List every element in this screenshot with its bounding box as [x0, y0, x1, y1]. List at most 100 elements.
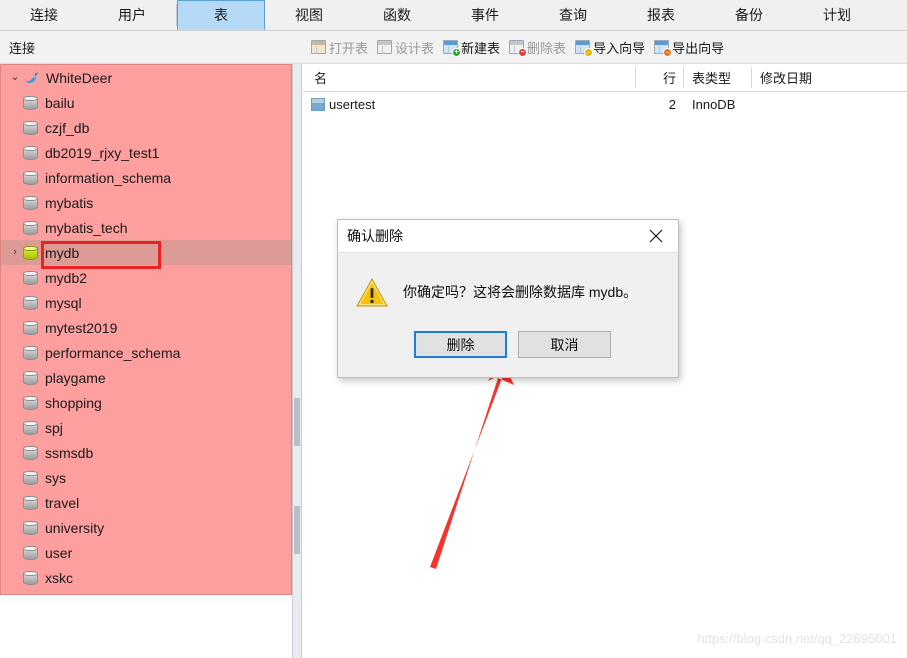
- tree-node-label: sys: [45, 469, 66, 486]
- export-wizard-button[interactable]: → 导出向导: [651, 36, 730, 59]
- tab-user[interactable]: 用户: [88, 0, 176, 30]
- tab-label: 事件: [471, 7, 499, 23]
- tab-label: 查询: [559, 7, 587, 23]
- main-tab-strip: 连接 用户 表 视图 函数 事件 查询 报表 备份 计划: [0, 0, 907, 31]
- database-icon: [23, 520, 38, 536]
- tab-backup[interactable]: 备份: [705, 0, 793, 30]
- tab-label: 视图: [295, 7, 323, 23]
- open-table-label: 打开表: [329, 40, 369, 56]
- tree-node-mysql[interactable]: mysql: [1, 290, 291, 315]
- chevron-right-icon[interactable]: ›: [7, 240, 23, 265]
- connection-pane-title: 连接: [9, 41, 36, 56]
- column-header-label: 修改日期: [760, 71, 813, 86]
- export-arrow-badge-icon: →: [663, 48, 673, 57]
- open-table-icon: [311, 40, 326, 54]
- tree-node-performance_schema[interactable]: performance_schema: [1, 340, 291, 365]
- tree-node-label: xskc: [45, 569, 73, 586]
- tab-label: 计划: [823, 7, 851, 23]
- open-table-button[interactable]: 打开表: [308, 36, 374, 59]
- tree-node-ssmsdb[interactable]: ssmsdb: [1, 440, 291, 465]
- tree-node-label: WhiteDeer: [46, 69, 113, 86]
- tree-node-czjf_db[interactable]: czjf_db: [1, 115, 291, 140]
- table-list-header: 名 行 表类型 修改日期: [303, 64, 907, 92]
- cancel-button[interactable]: 取消: [518, 331, 611, 358]
- tree-node-travel[interactable]: travel: [1, 490, 291, 515]
- dialog-footer: 删除 取消: [338, 331, 678, 358]
- tree-node-label: playgame: [45, 369, 106, 386]
- database-icon: [23, 395, 38, 411]
- warning-triangle-icon: [355, 277, 389, 308]
- tab-schedule[interactable]: 计划: [793, 0, 881, 30]
- tree-node-db2019_rjxy_test1[interactable]: db2019_rjxy_test1: [1, 140, 291, 165]
- database-icon: [23, 95, 38, 111]
- confirm-delete-dialog: 确认删除 你确定吗？这将会删除数据库 mydb。 删除 取消: [337, 219, 679, 378]
- tab-function[interactable]: 函数: [353, 0, 441, 30]
- design-table-button[interactable]: 设计表: [374, 36, 440, 59]
- table-row[interactable]: usertest 2 InnoDB: [303, 92, 907, 117]
- tree-node-mydb[interactable]: › mydb: [1, 240, 291, 265]
- connection-tree-panel[interactable]: ⌄ WhiteDeer bailu czjf_db db2019_rjxy_test…: [0, 64, 292, 595]
- import-wizard-label: 导入向导: [593, 40, 646, 56]
- secondary-bar: 连接 打开表 设计表 + 新建表 − 删除表 ← 导入向导 → 导出向导: [0, 31, 907, 64]
- database-icon: [23, 145, 38, 161]
- column-header-label: 名: [314, 71, 328, 86]
- tree-node-sys[interactable]: sys: [1, 465, 291, 490]
- tree-node-label: information_schema: [45, 169, 172, 186]
- splitter-grip[interactable]: [294, 506, 300, 554]
- tab-label: 表: [214, 7, 228, 23]
- tree-node-label: mybatis: [45, 194, 94, 211]
- new-table-button[interactable]: + 新建表: [440, 36, 506, 59]
- tree-node-label: ssmsdb: [45, 444, 94, 461]
- database-icon: [23, 420, 38, 436]
- tree-node-user[interactable]: user: [1, 540, 291, 565]
- column-header-type[interactable]: 表类型: [684, 64, 752, 91]
- tree-node-shopping[interactable]: shopping: [1, 390, 291, 415]
- tree-node-mybatis[interactable]: mybatis: [1, 190, 291, 215]
- tree-node-spj[interactable]: spj: [1, 415, 291, 440]
- column-header-name[interactable]: 名: [303, 64, 491, 91]
- tree-node-mytest2019[interactable]: mytest2019: [1, 315, 291, 340]
- tree-node-playgame[interactable]: playgame: [1, 365, 291, 390]
- column-header-modified[interactable]: 修改日期: [752, 64, 872, 91]
- import-wizard-icon: ←: [575, 40, 594, 57]
- database-icon: [23, 470, 38, 486]
- tab-table[interactable]: 表: [177, 0, 265, 30]
- tree-node-mydb2[interactable]: mydb2: [1, 265, 291, 290]
- database-icon: [23, 295, 38, 311]
- tree-node-label: bailu: [45, 94, 75, 111]
- database-icon: [23, 120, 38, 136]
- tab-report[interactable]: 报表: [617, 0, 705, 30]
- delete-table-button[interactable]: − 删除表: [506, 36, 572, 59]
- table-name-label: usertest: [329, 97, 376, 112]
- remove-badge-icon: −: [518, 48, 528, 57]
- column-header-rows[interactable]: 行: [636, 64, 684, 91]
- tree-node-whitedeer[interactable]: ⌄ WhiteDeer: [1, 65, 291, 90]
- tree-node-information_schema[interactable]: information_schema: [1, 165, 291, 190]
- database-icon: [23, 545, 38, 561]
- database-icon: [23, 270, 38, 286]
- tree-node-xskc[interactable]: xskc: [1, 565, 291, 590]
- database-icon: [23, 195, 38, 211]
- database-icon: [23, 170, 38, 186]
- tab-event[interactable]: 事件: [441, 0, 529, 30]
- column-header-spacer: [491, 64, 636, 91]
- close-icon[interactable]: [634, 220, 678, 252]
- export-wizard-icon: →: [654, 40, 673, 57]
- panel-splitter[interactable]: [292, 64, 302, 658]
- tab-connection[interactable]: 连接: [0, 0, 88, 30]
- column-header-label: 行: [662, 71, 676, 86]
- tree-node-bailu[interactable]: bailu: [1, 90, 291, 115]
- splitter-grip[interactable]: [294, 398, 300, 446]
- confirm-delete-button[interactable]: 删除: [414, 331, 507, 358]
- tab-view[interactable]: 视图: [265, 0, 353, 30]
- dialog-titlebar: 确认删除: [338, 220, 678, 253]
- tree-node-mybatis_tech[interactable]: mybatis_tech: [1, 215, 291, 240]
- design-table-icon: [377, 40, 393, 54]
- table-row-modified-cell: [752, 92, 872, 117]
- add-badge-icon: +: [452, 48, 462, 57]
- import-wizard-button[interactable]: ← 导入向导: [572, 36, 651, 59]
- tab-query[interactable]: 查询: [529, 0, 617, 30]
- chevron-down-icon[interactable]: ⌄: [7, 65, 23, 90]
- table-row-type-cell: InnoDB: [692, 97, 736, 112]
- tree-node-university[interactable]: university: [1, 515, 291, 540]
